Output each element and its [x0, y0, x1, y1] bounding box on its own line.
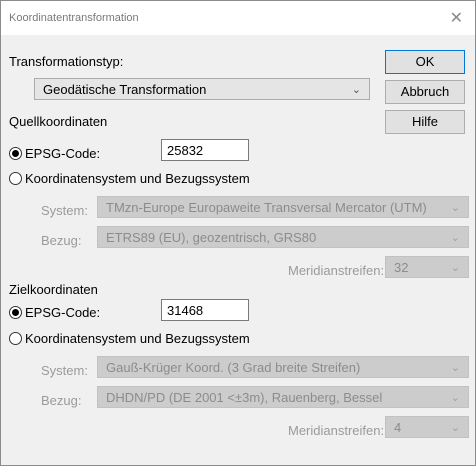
target-meridian-select[interactable]: 4 ⌄	[385, 416, 469, 438]
radio-selected-dot	[12, 309, 19, 316]
target-heading: Zielkoordinaten	[9, 282, 98, 297]
chevron-down-icon: ⌄	[450, 262, 460, 274]
source-meridian-select[interactable]: 32 ⌄	[385, 256, 469, 278]
transformation-type-select[interactable]: Geodätische Transformation ⌄	[34, 78, 370, 100]
transformation-type-value: Geodätische Transformation	[43, 82, 207, 97]
target-crs-label: Koordinatensystem und Bezugssystem	[25, 331, 250, 346]
source-meridian-label: Meridianstreifen:	[288, 263, 385, 278]
radio-selected-dot	[12, 150, 19, 157]
target-system-select[interactable]: Gauß-Krüger Koord. (3 Grad breite Streif…	[97, 356, 469, 378]
cancel-button[interactable]: Abbruch	[385, 80, 465, 104]
source-heading: Quellkoordinaten	[9, 114, 108, 129]
source-system-select[interactable]: TMzn-Europe Europaweite Transversal Merc…	[97, 196, 469, 218]
window-title: Koordinatentransformation	[9, 12, 139, 24]
chevron-down-icon: ⌄	[450, 392, 460, 404]
source-epsg-label: EPSG-Code:	[25, 146, 101, 161]
target-system-label: System:	[41, 363, 88, 378]
target-meridian-value: 4	[394, 420, 402, 435]
source-epsg-input[interactable]: 25832	[161, 139, 249, 161]
target-datum-label: Bezug:	[41, 393, 82, 408]
chevron-down-icon: ⌄	[450, 232, 460, 244]
coordinate-transformation-dialog: Koordinatentransformation ✕ OK Abbruch H…	[0, 0, 476, 466]
source-datum-select[interactable]: ETRS89 (EU), geozentrisch, GRS80 ⌄	[97, 226, 469, 248]
target-epsg-input[interactable]: 31468	[161, 299, 249, 321]
target-datum-value: DHDN/PD (DE 2001 <±3m), Rauenberg, Besse…	[106, 390, 383, 405]
source-datum-label: Bezug:	[41, 233, 82, 248]
close-icon[interactable]: ✕	[450, 8, 463, 28]
target-system-value: Gauß-Krüger Koord. (3 Grad breite Streif…	[106, 360, 361, 375]
source-datum-value: ETRS89 (EU), geozentrisch, GRS80	[106, 230, 317, 245]
help-button[interactable]: Hilfe	[385, 110, 465, 134]
source-system-label: System:	[41, 203, 88, 218]
target-epsg-label: EPSG-Code:	[25, 305, 101, 320]
target-crs-radio[interactable]	[9, 332, 22, 345]
ok-button[interactable]: OK	[385, 50, 465, 74]
source-crs-radio[interactable]	[9, 172, 22, 185]
source-meridian-value: 32	[394, 260, 409, 275]
target-datum-select[interactable]: DHDN/PD (DE 2001 <±3m), Rauenberg, Besse…	[97, 386, 469, 408]
transformation-type-label: Transformationstyp:	[9, 54, 124, 69]
source-epsg-radio[interactable]	[9, 147, 22, 160]
target-meridian-label: Meridianstreifen:	[288, 423, 385, 438]
chevron-down-icon: ⌄	[450, 362, 460, 374]
chevron-down-icon: ⌄	[450, 202, 460, 214]
title-bar: Koordinatentransformation ✕	[1, 1, 475, 35]
target-epsg-radio[interactable]	[9, 306, 22, 319]
chevron-down-icon: ⌄	[450, 422, 460, 434]
source-crs-label: Koordinatensystem und Bezugssystem	[25, 171, 250, 186]
source-system-value: TMzn-Europe Europaweite Transversal Merc…	[106, 200, 427, 215]
chevron-down-icon: ⌄	[351, 84, 361, 96]
